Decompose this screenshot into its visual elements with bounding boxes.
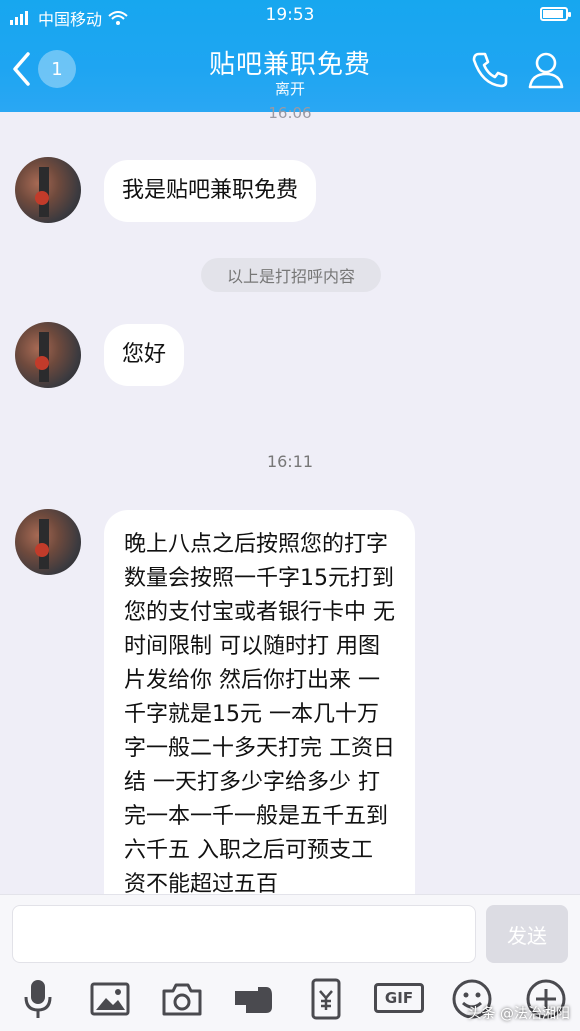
message-line: 完一本一千一般是五千五到 [124,804,389,829]
avatar[interactable] [15,509,81,575]
message-bubble[interactable]: 我是贴吧兼职免费 [104,160,317,222]
message-input[interactable] [12,905,476,963]
faded-timestamp: 16:06 [268,104,312,122]
red-packet-icon[interactable] [304,977,348,1021]
status-bar: 中国移动 19:53 [0,0,580,30]
message-line: 结 一天打多少字给多少 打 [124,770,380,795]
system-notice: 以上是打招呼内容 [201,258,381,292]
battery-icon [540,7,571,21]
message-bubble[interactable]: 您好 [104,324,185,386]
message-line: 时间限制 可以随时打 用图 [124,634,380,659]
gif-label: GIF [374,983,424,1013]
status-time: 19:53 [265,5,315,25]
input-bar: 发送 GIF 头条 @法治湘阳 [0,894,580,1031]
message-line: 晚上八点之后按照您的打字 [124,532,389,557]
image-icon[interactable] [88,977,132,1021]
message-timestamp: 16:11 [266,452,314,471]
message-line: 千字就是15元 一本几十万 [124,702,379,727]
avatar[interactable] [15,322,81,388]
watermark: 头条 @法治湘阳 [467,1006,570,1022]
profile-icon[interactable] [526,50,566,90]
chat-area[interactable]: 16:06 我是贴吧兼职免费 以上是打招呼内容 您好 16:11 晚上八点之后按… [0,104,580,920]
message-line: 片发给你 然后你打出来 一 [124,668,380,693]
microphone-icon[interactable] [16,977,60,1021]
message-line: 六千五 入职之后可预支工 [124,838,373,863]
shake-window-icon[interactable] [232,977,276,1021]
gif-button[interactable]: GIF [374,977,424,1021]
message-line: 数量会按照一千字15元打到 [124,566,394,591]
camera-icon[interactable] [160,977,204,1021]
chat-header: 中国移动 19:53 1 贴吧兼职免费 离开 [0,0,580,112]
message-line: 您的支付宝或者银行卡中 无 [124,600,395,625]
phone-icon[interactable] [470,50,510,90]
message-line: 字一般二十多天打完 工资日 [124,736,395,761]
avatar[interactable] [15,157,81,223]
message-bubble-long[interactable]: 晚上八点之后按照您的打字 数量会按照一千字15元打到 您的支付宝或者银行卡中 无… [104,510,415,920]
send-button[interactable]: 发送 [486,905,568,963]
